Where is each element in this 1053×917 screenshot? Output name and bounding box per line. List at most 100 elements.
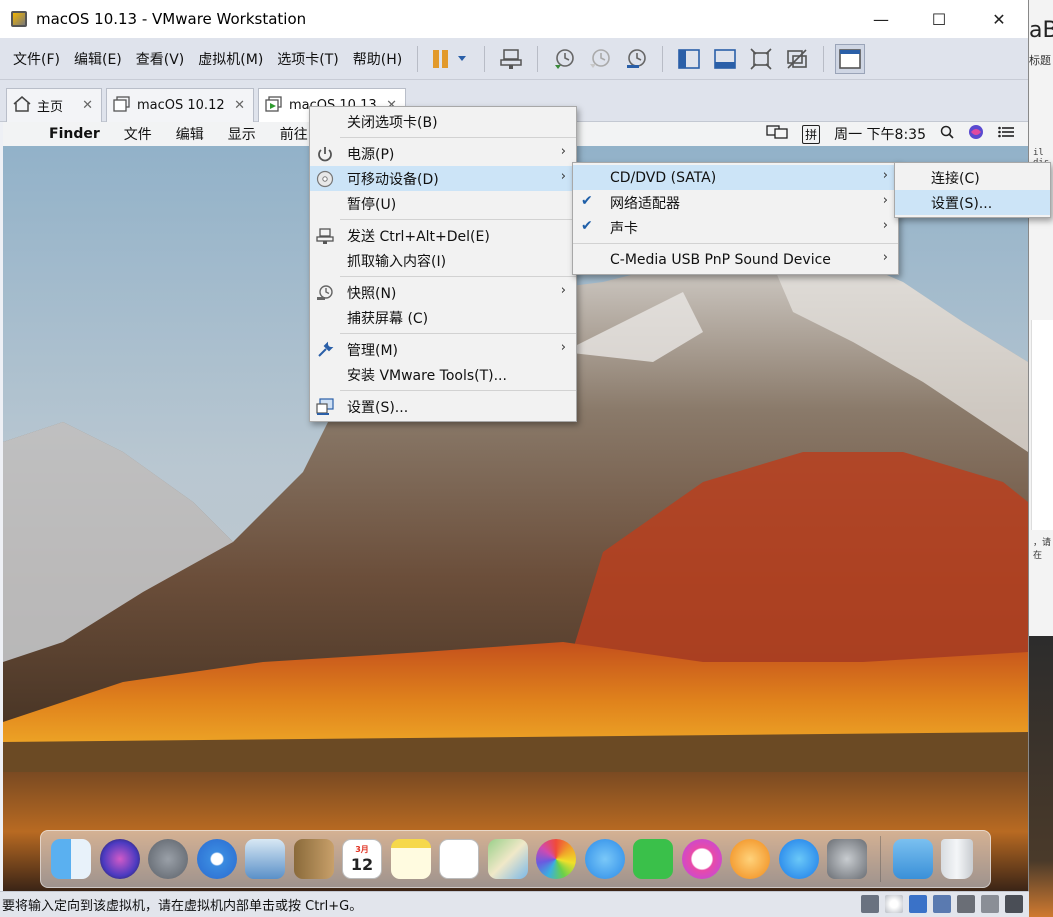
menu-cd-dvd-sata[interactable]: CD/DVD (SATA) › xyxy=(573,165,898,190)
menu-power[interactable]: 电源(P) › xyxy=(310,141,576,166)
guest-menu-go[interactable]: 前往 xyxy=(280,124,308,144)
facetime-icon[interactable] xyxy=(633,839,673,879)
menu-cd-settings[interactable]: 设置(S)... xyxy=(895,190,1050,215)
minimize-button[interactable]: — xyxy=(858,0,904,38)
send-keys-icon xyxy=(315,226,335,246)
mail-icon[interactable] xyxy=(245,839,285,879)
menu-network-adapter[interactable]: ✔ 网络适配器 › xyxy=(573,190,898,215)
notification-center-icon[interactable] xyxy=(998,126,1014,142)
itunes-icon[interactable] xyxy=(681,839,722,879)
network-adapter-icon[interactable] xyxy=(909,895,927,913)
menu-capture-screen[interactable]: 捕获屏幕 (C) xyxy=(310,305,576,330)
title-bar[interactable]: macOS 10.13 - VMware Workstation — ☐ ✕ xyxy=(0,0,1028,38)
hard-disk-icon[interactable] xyxy=(861,895,879,913)
menu-settings[interactable]: 设置(S)... xyxy=(310,394,576,419)
console-view-button[interactable] xyxy=(710,44,740,74)
calendar-icon[interactable]: 3月 12 xyxy=(342,839,382,879)
finder-icon[interactable] xyxy=(51,839,91,879)
contacts-icon[interactable] xyxy=(293,839,334,879)
menu-connect[interactable]: 连接(C) xyxy=(895,165,1050,190)
menu-usb-sound-device[interactable]: C-Media USB PnP Sound Device › xyxy=(573,247,898,272)
toolbar-separator xyxy=(823,45,825,72)
menu-grab-input[interactable]: 抓取输入内容(I) xyxy=(310,248,576,273)
checkmark-icon: ✔ xyxy=(581,218,593,234)
guest-clock[interactable]: 周一 下午8:35 xyxy=(834,124,926,144)
vm-icon xyxy=(113,95,131,116)
spotlight-icon[interactable] xyxy=(940,125,954,143)
send-ctrl-alt-del-button[interactable] xyxy=(496,44,526,74)
menu-sound-card[interactable]: ✔ 声卡 › xyxy=(573,215,898,240)
appstore-icon[interactable] xyxy=(778,839,819,879)
library-view-button[interactable] xyxy=(674,44,704,74)
menu-vm[interactable]: 虚拟机(M) xyxy=(191,49,270,69)
menu-file[interactable]: 文件(F) xyxy=(6,49,67,69)
message-log-icon[interactable] xyxy=(1005,895,1023,913)
fullscreen-button[interactable] xyxy=(746,44,776,74)
background-app-window: aB 标题 il dis ，请在 xyxy=(1029,0,1053,917)
snapshot-manager-button[interactable] xyxy=(621,44,651,74)
maps-icon[interactable] xyxy=(487,839,528,879)
menu-close-tab[interactable]: 关闭选项卡(B) xyxy=(310,109,576,134)
background-app-panel xyxy=(1031,320,1053,530)
menu-tabs[interactable]: 选项卡(T) xyxy=(270,49,345,69)
input-method-icon[interactable]: 拼 xyxy=(802,124,821,144)
usb-icon[interactable] xyxy=(933,895,951,913)
revert-snapshot-button[interactable] xyxy=(585,44,615,74)
toolbar-separator xyxy=(662,45,664,72)
ibooks-icon[interactable] xyxy=(730,839,770,879)
menu-edit[interactable]: 编辑(E) xyxy=(67,49,129,69)
chevron-right-icon: › xyxy=(882,168,888,183)
guest-menu-file[interactable]: 文件 xyxy=(124,124,152,144)
siri-menubar-icon[interactable] xyxy=(968,124,984,144)
messages-icon[interactable] xyxy=(584,839,625,879)
maximize-button[interactable]: ☐ xyxy=(916,0,962,38)
reminders-icon[interactable] xyxy=(439,839,479,879)
sound-card-icon[interactable] xyxy=(957,895,975,913)
menu-toolbar: 文件(F) 编辑(E) 查看(V) 虚拟机(M) 选项卡(T) 帮助(H) xyxy=(0,38,1028,80)
guest-menu-finder[interactable]: Finder xyxy=(49,126,100,142)
tab-macos-1012[interactable]: macOS 10.12 ✕ xyxy=(106,88,254,122)
toolbar-separator xyxy=(417,45,419,72)
menu-manage[interactable]: 管理(M) › xyxy=(310,337,576,362)
thumbnail-view-button[interactable] xyxy=(835,43,866,74)
dock-separator xyxy=(879,836,881,882)
notes-icon[interactable] xyxy=(390,839,431,879)
snapshot-button[interactable] xyxy=(549,44,579,74)
trash-icon[interactable] xyxy=(941,839,973,879)
toolbar-separator xyxy=(537,45,539,72)
menu-pause[interactable]: 暂停(U) xyxy=(310,191,576,216)
tab-home[interactable]: 主页 ✕ xyxy=(6,88,102,122)
unity-button[interactable] xyxy=(782,44,812,74)
tab-home-label: 主页 xyxy=(37,100,64,115)
photos-icon[interactable] xyxy=(536,839,576,879)
menu-send-ctrl-alt-del[interactable]: 发送 Ctrl+Alt+Del(E) xyxy=(310,223,576,248)
menu-help[interactable]: 帮助(H) xyxy=(346,49,409,69)
close-tab-icon[interactable]: ✕ xyxy=(234,98,245,113)
snapshot-manager-icon xyxy=(627,48,647,68)
menu-install-vmware-tools[interactable]: 安装 VMware Tools(T)... xyxy=(310,362,576,387)
safari-icon[interactable] xyxy=(196,839,237,879)
guest-menu-view[interactable]: 显示 xyxy=(228,124,256,144)
calendar-month: 3月 xyxy=(355,845,369,854)
siri-icon[interactable] xyxy=(99,839,140,879)
pause-button[interactable] xyxy=(429,44,473,74)
display-icon[interactable] xyxy=(981,895,999,913)
cd-dvd-icon[interactable] xyxy=(885,895,903,913)
cd-dvd-submenu: 连接(C) 设置(S)... xyxy=(894,162,1051,218)
menu-snapshot[interactable]: 快照(N) › xyxy=(310,280,576,305)
close-button[interactable]: ✕ xyxy=(976,0,1022,38)
display-mirror-icon[interactable] xyxy=(766,125,788,143)
background-app-text: ，请在 xyxy=(1033,538,1052,561)
close-tab-icon[interactable]: ✕ xyxy=(82,98,93,113)
launchpad-icon[interactable] xyxy=(148,839,188,879)
menu-view[interactable]: 查看(V) xyxy=(129,49,192,69)
guest-menu-edit[interactable]: 编辑 xyxy=(176,124,204,144)
status-bar: 要将输入定向到该虚拟机，请在虚拟机内部单击或按 Ctrl+G。 xyxy=(0,891,1029,917)
calendar-day: 12 xyxy=(350,855,374,874)
menu-removable-devices[interactable]: 可移动设备(D) › xyxy=(310,166,576,191)
chevron-right-icon: › xyxy=(560,144,566,159)
downloads-icon[interactable] xyxy=(892,839,933,879)
vmware-app-icon xyxy=(11,11,27,27)
snapshot-icon xyxy=(315,283,335,303)
system-preferences-icon[interactable] xyxy=(827,839,867,879)
